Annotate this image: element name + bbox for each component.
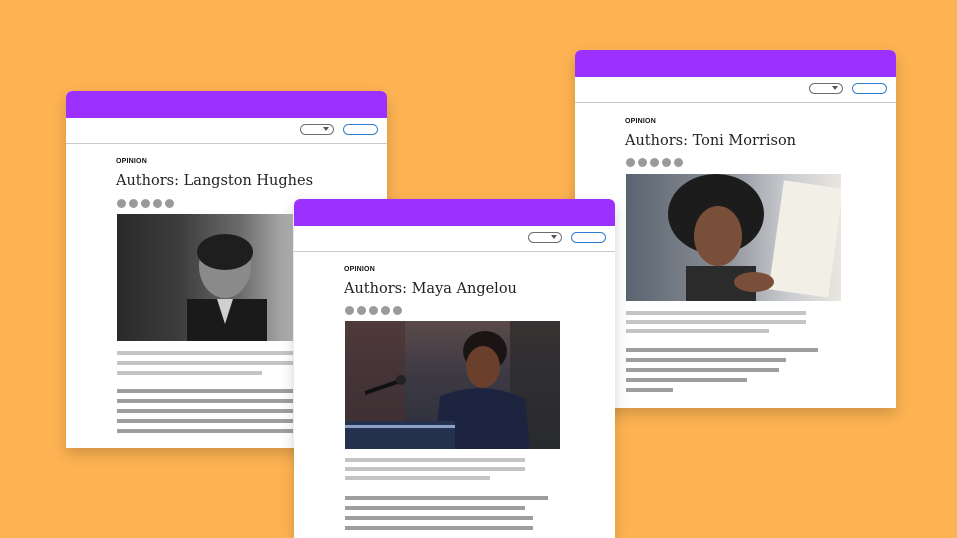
- text-line: [345, 458, 525, 462]
- rating-dot: [165, 199, 174, 208]
- window-titlebar: [66, 91, 387, 118]
- article-window-toni-morrison: OPINION Authors: Toni Morrison: [575, 50, 896, 408]
- section-kicker: OPINION: [344, 266, 375, 273]
- text-line: [117, 389, 293, 393]
- window-toolbar: [66, 118, 387, 144]
- rating-dot: [626, 158, 635, 167]
- text-line: [626, 311, 806, 315]
- rating-dot: [129, 199, 138, 208]
- dropdown-select[interactable]: [300, 124, 334, 135]
- text-line: [626, 378, 747, 382]
- rating-dot: [369, 306, 378, 315]
- portrait-photo: [117, 214, 293, 341]
- text-line: [626, 358, 786, 362]
- chevron-down-icon: [551, 235, 557, 239]
- rating-dots: [345, 306, 402, 315]
- action-button[interactable]: [571, 232, 606, 243]
- text-line: [117, 351, 293, 355]
- text-line: [345, 516, 533, 520]
- chevron-down-icon: [832, 86, 838, 90]
- article-headline: Authors: Maya Angelou: [344, 281, 517, 297]
- text-line: [117, 371, 262, 375]
- rating-dot: [381, 306, 390, 315]
- text-line: [626, 348, 818, 352]
- text-line: [345, 506, 525, 510]
- action-button[interactable]: [852, 83, 887, 94]
- dropdown-select[interactable]: [809, 83, 843, 94]
- rating-dot: [674, 158, 683, 167]
- text-line: [117, 361, 293, 365]
- portrait-figure-icon: [668, 174, 841, 301]
- text-line: [345, 476, 490, 480]
- text-line: [626, 388, 673, 392]
- text-line: [345, 467, 525, 471]
- rating-dot: [357, 306, 366, 315]
- text-line: [626, 368, 779, 372]
- text-line: [345, 526, 533, 530]
- window-titlebar: [575, 50, 896, 77]
- rating-dot: [153, 199, 162, 208]
- section-kicker: OPINION: [625, 118, 656, 125]
- section-kicker: OPINION: [116, 158, 147, 165]
- window-toolbar: [575, 77, 896, 103]
- rating-dots: [117, 199, 174, 208]
- text-line: [626, 329, 769, 333]
- rating-dot: [117, 199, 126, 208]
- rating-dot: [638, 158, 647, 167]
- window-titlebar: [294, 199, 615, 226]
- portrait-photo: [626, 174, 841, 301]
- text-line: [117, 409, 293, 413]
- text-line: [117, 429, 293, 433]
- chevron-down-icon: [323, 127, 329, 131]
- text-line: [345, 496, 548, 500]
- action-button[interactable]: [343, 124, 378, 135]
- speech-photo: [345, 321, 560, 449]
- article-headline: Authors: Langston Hughes: [116, 173, 314, 189]
- rating-dot: [650, 158, 659, 167]
- article-window-maya-angelou: OPINION Authors: Maya Angelou: [294, 199, 615, 538]
- speaker-figure-icon: [345, 321, 560, 449]
- rating-dot: [662, 158, 671, 167]
- window-toolbar: [294, 226, 615, 252]
- text-line: [626, 320, 806, 324]
- text-line: [117, 399, 293, 403]
- article-headline: Authors: Toni Morrison: [625, 133, 797, 149]
- rating-dot: [141, 199, 150, 208]
- dropdown-select[interactable]: [528, 232, 562, 243]
- rating-dot: [345, 306, 354, 315]
- rating-dot: [393, 306, 402, 315]
- rating-dots: [626, 158, 683, 167]
- text-line: [117, 419, 293, 423]
- portrait-figure-icon: [187, 234, 267, 341]
